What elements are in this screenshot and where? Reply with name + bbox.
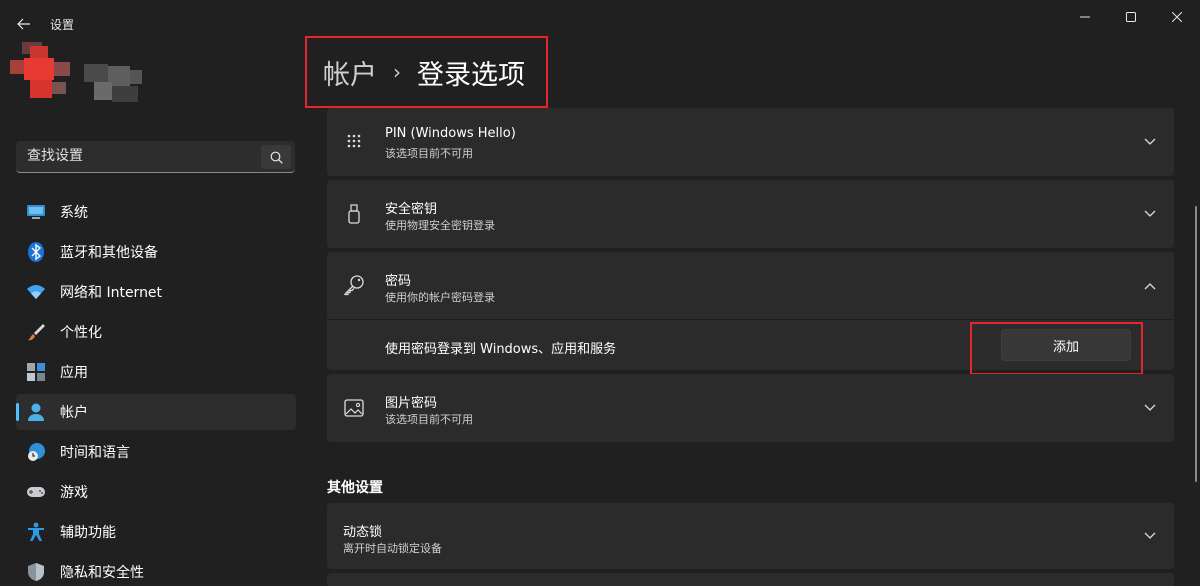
sidebar-item-accessibility[interactable]: 辅助功能 [16,514,296,550]
wifi-icon [26,282,46,302]
search-input[interactable] [16,141,256,171]
sidebar-item-privacy-security[interactable]: 隐私和安全性 [16,554,296,586]
chevron-up-icon [1142,278,1158,294]
usb-key-icon [343,203,365,225]
search-button[interactable] [261,145,291,169]
sidebar-item-label: 时间和语言 [60,445,130,461]
title-bar: 设置 [0,0,1200,40]
sidebar-item-label: 帐户 [60,405,88,421]
scrollbar[interactable] [1195,206,1197,482]
picture-password-subtitle: 该选项目前不可用 [385,413,473,426]
divider [327,319,1174,320]
password-title: 密码 [385,274,412,289]
sidebar-item-system[interactable]: 系统 [16,194,296,230]
chevron-down-icon [1142,206,1158,222]
close-button[interactable] [1154,0,1200,34]
chevron-down-icon [1142,134,1158,150]
sidebar-item-apps[interactable]: 应用 [16,354,296,390]
sidebar-item-label: 辅助功能 [60,525,116,541]
maximize-button[interactable] [1108,0,1154,34]
close-icon [1172,12,1182,22]
picture-password-title: 图片密码 [385,396,438,411]
gamepad-icon [26,482,46,502]
search-box [16,141,295,173]
back-button[interactable] [8,8,40,40]
breadcrumb-separator: › [393,60,401,84]
sidebar-item-personalization[interactable]: 个性化 [16,314,296,350]
app-title: 设置 [50,18,75,32]
pin-card[interactable]: PIN (Windows Hello) 该选项目前不可用 [327,108,1174,176]
user-avatar[interactable] [10,42,144,106]
sidebar-item-gaming[interactable]: 游戏 [16,474,296,510]
section-title: 其他设置 [327,480,383,496]
keypad-icon [343,131,365,153]
sidebar-item-time-language[interactable]: 时间和语言 [16,434,296,470]
search-icon [270,151,283,164]
sidebar-item-label: 蓝牙和其他设备 [60,245,158,261]
back-arrow-icon [17,18,30,30]
pin-title: PIN (Windows Hello) [385,126,516,141]
password-card-header[interactable]: 密码 使用你的帐户密码登录 [327,252,1174,319]
security-key-card[interactable]: 安全密钥 使用物理安全密钥登录 [327,180,1174,248]
brush-icon [26,322,46,342]
picture-password-card[interactable]: 图片密码 该选项目前不可用 [327,374,1174,442]
page-title: 登录选项 [417,59,525,91]
sidebar-item-label: 隐私和安全性 [60,565,144,581]
security-key-subtitle: 使用物理安全密钥登录 [385,219,495,232]
globe-clock-icon [26,442,46,462]
bluetooth-icon [26,242,46,262]
sidebar-item-network[interactable]: 网络和 Internet [16,274,296,310]
chevron-down-icon [1142,400,1158,416]
sidebar-item-label: 系统 [60,205,88,221]
sidebar-item-label: 游戏 [60,485,88,501]
avatar-image [10,42,142,102]
minimize-button[interactable] [1062,0,1108,34]
picture-icon [343,397,365,419]
breadcrumb: 帐户 › 登录选项 [305,36,548,108]
sidebar-item-label: 应用 [60,365,88,381]
person-icon [26,402,46,422]
password-subtitle: 使用你的帐户密码登录 [385,291,495,304]
sidebar-item-accounts[interactable]: 帐户 [16,394,296,430]
sidebar-item-label: 个性化 [60,325,102,341]
breadcrumb-parent[interactable]: 帐户 [323,53,377,92]
sidebar-item-bluetooth[interactable]: 蓝牙和其他设备 [16,234,296,270]
accessibility-icon [26,522,46,542]
settings-window: 设置 查找设置 系统 蓝牙和其他设备 网络和 Internet 个性化 应用 帐… [0,0,1200,586]
shield-icon [26,562,46,582]
next-setting-card[interactable] [327,573,1174,586]
security-key-title: 安全密钥 [385,202,438,217]
key-icon [343,274,365,296]
dynamic-lock-subtitle: 离开时自动锁定设备 [343,542,442,555]
maximize-icon [1126,12,1136,22]
password-expanded-text: 使用密码登录到 Windows、应用和服务 [385,342,617,357]
sidebar-item-label: 网络和 Internet [60,285,163,301]
chevron-down-icon [1142,528,1158,544]
add-password-button[interactable]: 添加 [1001,329,1131,361]
dynamic-lock-card[interactable]: 动态锁 离开时自动锁定设备 [327,503,1174,569]
dynamic-lock-title: 动态锁 [343,525,383,540]
minimize-icon [1080,16,1090,18]
pin-subtitle: 该选项目前不可用 [385,147,473,160]
apps-icon [26,362,46,382]
sidebar-nav: 系统 蓝牙和其他设备 网络和 Internet 个性化 应用 帐户 时间和语言 … [16,194,296,586]
monitor-icon [26,202,46,222]
